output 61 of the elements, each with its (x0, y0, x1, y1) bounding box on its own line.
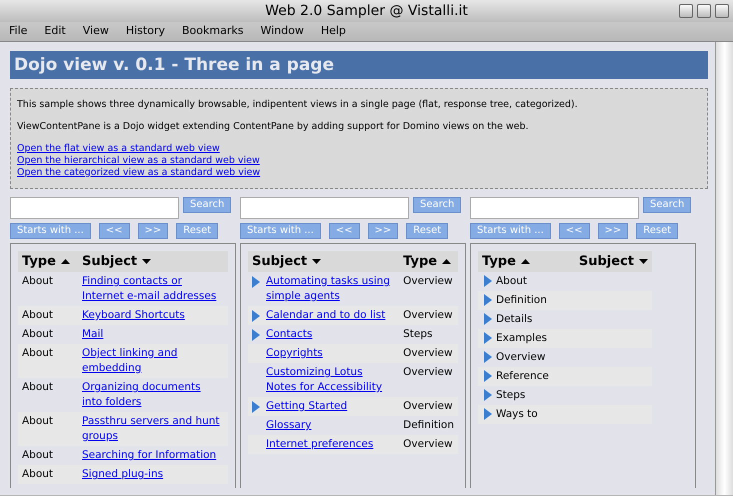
search-field[interactable] (240, 196, 409, 218)
type-text: About (22, 275, 54, 287)
type-text: About (22, 309, 54, 321)
subject-link[interactable]: Organizing documents into folders (82, 380, 224, 410)
close-button[interactable] (715, 4, 729, 18)
type-text: About (22, 347, 54, 359)
subject-link[interactable]: Automating tasks using simple agents (266, 274, 396, 304)
category-label[interactable]: Steps (496, 388, 526, 403)
menu-item[interactable]: Edit (44, 23, 66, 40)
menu-item[interactable]: Help (320, 23, 346, 40)
expand-triangle-icon[interactable] (484, 370, 492, 382)
search-field[interactable] (10, 196, 179, 218)
menu-item[interactable]: View (82, 23, 109, 40)
menu-item[interactable]: History (126, 23, 165, 40)
view-link[interactable]: Open the categorized view as a standard web view (17, 166, 260, 178)
expand-triangle-icon[interactable] (484, 351, 492, 363)
type-text: About (22, 468, 54, 480)
expand-triangle-icon[interactable] (484, 294, 492, 306)
subject-link[interactable]: Contacts (266, 327, 396, 342)
type-text: Overview (403, 438, 453, 450)
type-text: Overview (403, 309, 453, 321)
maximize-button[interactable] (697, 4, 711, 18)
subject-link[interactable]: Finding contacts or Internet e-mail addresses (82, 274, 224, 304)
expand-triangle-icon[interactable] (252, 328, 260, 341)
type-text: Overview (403, 275, 453, 287)
type-text: About (22, 328, 54, 340)
category-label[interactable]: Overview (496, 350, 546, 365)
intro-text: ViewContentPane is a Dojo widget extending ContentPane by adding support for Domino views on the web. (17, 120, 530, 134)
page-heading: Dojo view v. 0.1 - Three in a page (10, 51, 708, 79)
expand-triangle-icon[interactable] (484, 332, 492, 344)
expand-triangle-icon[interactable] (484, 408, 492, 420)
category-label[interactable]: Details (496, 312, 532, 327)
type-text: About (22, 415, 54, 427)
scrollbar[interactable] (715, 42, 733, 495)
window-title: Web 2.0 Sampler @ Vistalli.it (265, 2, 468, 21)
expand-triangle-icon[interactable] (484, 313, 492, 325)
menu-item[interactable]: Bookmarks (182, 23, 244, 40)
type-text: About (22, 381, 54, 393)
subject-link[interactable]: Glossary (266, 418, 396, 433)
expand-triangle-icon[interactable] (484, 389, 492, 401)
category-label[interactable]: About (496, 274, 528, 289)
minimize-button[interactable] (679, 4, 693, 18)
subject-link[interactable]: Mail (82, 327, 224, 342)
expand-triangle-icon[interactable] (252, 310, 260, 322)
expand-triangle-icon[interactable] (252, 400, 260, 413)
subject-link[interactable]: Customizing Lotus Notes for Accessibility (266, 365, 396, 395)
type-text: About (22, 449, 54, 461)
expand-triangle-icon[interactable] (252, 276, 260, 288)
type-text: Steps (403, 328, 433, 340)
type-text: Overview (403, 400, 453, 412)
view-link[interactable]: Open the flat view as a standard web view (17, 142, 220, 154)
view-link[interactable]: Open the hierarchical view as a standard web view (17, 154, 260, 166)
menu-item[interactable]: File (9, 23, 28, 40)
type-text: Overview (403, 366, 453, 378)
expand-triangle-icon[interactable] (484, 275, 492, 287)
type-text: Definition (403, 419, 454, 431)
type-text: Overview (403, 347, 453, 359)
menu-item[interactable]: Window (260, 23, 304, 40)
intro-text: This sample shows three dynamically browsable, indipentent views in a single page (flat, response tree, categorized). (17, 98, 579, 112)
search-field[interactable] (470, 196, 639, 218)
subject-link[interactable]: Searching for Information (82, 448, 224, 463)
